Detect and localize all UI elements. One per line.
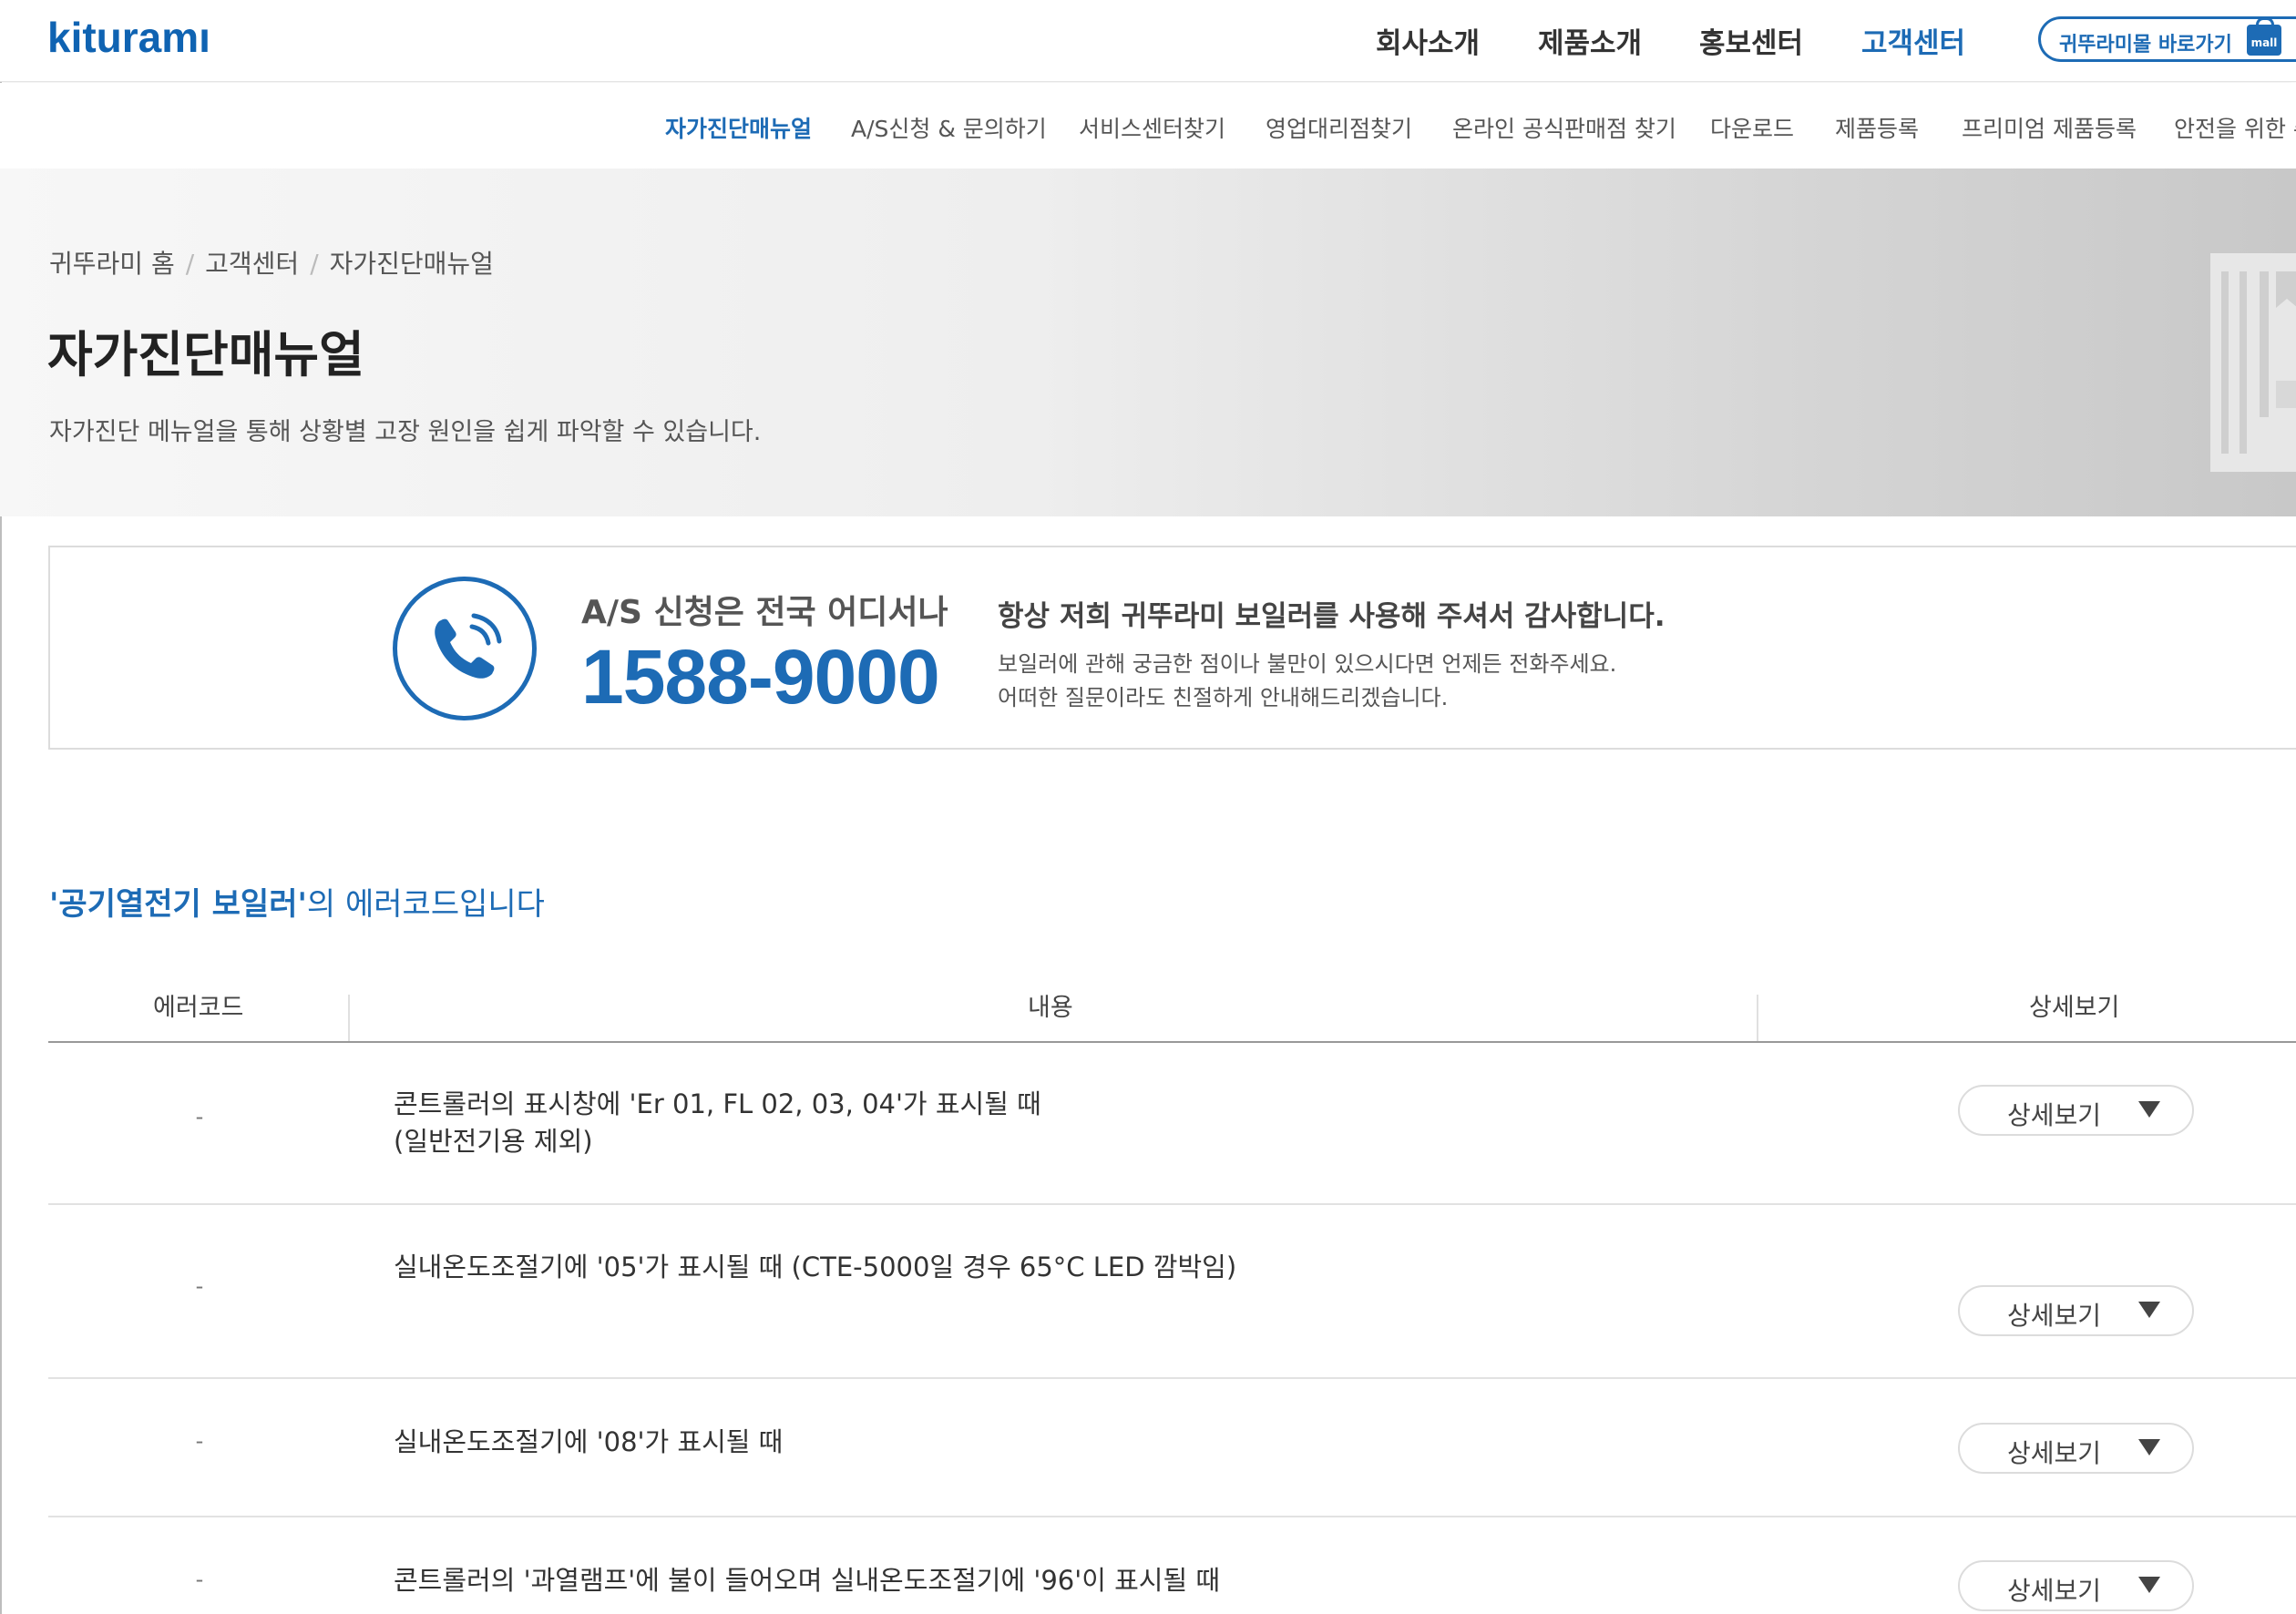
row-error-code: - — [195, 1273, 204, 1299]
column-divider — [348, 995, 350, 1042]
column-header-detail: 상세보기 — [2029, 994, 2120, 1022]
call-description-line-1: 보일러에 관해 궁금한 점이나 불만이 있으시다면 언제든 전화주세요. — [998, 651, 1617, 677]
row-divider — [48, 1203, 2296, 1205]
breadcrumb-separator: / — [185, 249, 195, 279]
mall-bag-icon: mall — [2247, 17, 2281, 56]
mall-shortcut-button[interactable]: 귀뚜라미몰 바로가기 mall — [2038, 16, 2296, 62]
nav-pr-center[interactable]: 홍보센터 — [1699, 20, 1803, 61]
subnav-self-diagnosis[interactable]: 자가진단매뉴얼 — [665, 111, 812, 144]
chevron-down-icon — [2138, 1101, 2160, 1118]
column-header-error-code: 에러코드 — [153, 994, 244, 1022]
subnav-download[interactable]: 다운로드 — [1710, 111, 1794, 144]
top-header: kituramı 회사소개 제품소개 홍보센터 고객센터 귀뚜라미몰 바로가기 … — [0, 0, 2296, 82]
nav-customer-center[interactable]: 고객센터 — [1861, 20, 1965, 61]
kiturami-logo[interactable]: kituramı — [47, 13, 210, 62]
column-header-content: 내용 — [1028, 994, 1073, 1022]
call-subtitle: A/S 신청은 전국 어디서나 — [581, 594, 948, 631]
row-content: 콘트롤러의 표시창에 'Er 01, FL 02, 03, 04'가 표시될 때 — [394, 1088, 1041, 1119]
detail-toggle-button[interactable]: 상세보기 — [1958, 1085, 2194, 1136]
call-number[interactable]: 1588-9000 — [581, 633, 940, 721]
row-error-code: - — [195, 1428, 204, 1454]
page-description: 자가진단 메뉴얼을 통해 상황별 고장 원인을 쉽게 파악할 수 있습니다. — [49, 418, 762, 446]
detail-toggle-button[interactable]: 상세보기 — [1958, 1423, 2194, 1474]
chevron-down-icon — [2138, 1577, 2160, 1593]
breadcrumb-current: 자가진단매뉴얼 — [329, 249, 494, 279]
detail-button-label: 상세보기 — [2007, 1301, 2102, 1331]
detail-toggle-button[interactable]: 상세보기 — [1958, 1560, 2194, 1611]
breadcrumb: 귀뚜라미 홈 / 고객센터 / 자가진단매뉴얼 — [49, 244, 494, 281]
call-heading: 항상 저희 귀뚜라미 보일러를 사용해 주셔서 감사합니다. — [998, 600, 1666, 633]
phone-icon — [393, 577, 537, 720]
chevron-down-icon — [2138, 1439, 2160, 1456]
detail-button-label: 상세보기 — [2007, 1438, 2102, 1468]
table-header-border — [48, 1041, 2296, 1043]
row-content: 실내온도조절기에 '08'가 표시될 때 — [394, 1426, 784, 1457]
row-divider — [48, 1516, 2296, 1517]
nav-products[interactable]: 제품소개 — [1538, 20, 1642, 61]
breadcrumb-customer-center[interactable]: 고객센터 — [205, 249, 299, 279]
subnav-premium-register[interactable]: 프리미엄 제품등록 — [1962, 111, 2137, 144]
chevron-down-icon — [2138, 1302, 2160, 1318]
section-title-rest: 의 에러코드입니다 — [306, 886, 545, 923]
subnav-safety[interactable]: 안전을 위한 주 — [2174, 111, 2296, 144]
row-content: 콘트롤러의 '과열램프'에 불이 들어오며 실내온도조절기에 '96'이 표시될… — [394, 1565, 1221, 1596]
subnav-online-store[interactable]: 온라인 공식판매점 찾기 — [1452, 111, 1676, 144]
hero-decoration-graphic — [2210, 253, 2296, 472]
breadcrumb-home[interactable]: 귀뚜라미 홈 — [49, 249, 175, 279]
subnav-service-center[interactable]: 서비스센터찾기 — [1079, 111, 1225, 144]
row-error-code: - — [195, 1567, 204, 1592]
detail-button-label: 상세보기 — [2007, 1100, 2102, 1130]
breadcrumb-separator: / — [310, 249, 319, 279]
column-divider — [1757, 995, 1758, 1042]
call-description-line-2: 어떠한 질문이라도 친절하게 안내해드리겠습니다. — [998, 685, 1449, 710]
row-divider — [48, 1377, 2296, 1379]
row-content: 실내온도조절기에 '05'가 표시될 때 (CTE-5000일 경우 65°C … — [394, 1251, 1237, 1282]
product-name-highlight: '공기열전기 보일러' — [49, 886, 307, 923]
page-title: 자가진단매뉴얼 — [47, 326, 364, 383]
detail-toggle-button[interactable]: 상세보기 — [1958, 1285, 2194, 1336]
subnav-product-register[interactable]: 제품등록 — [1835, 111, 1919, 144]
nav-company[interactable]: 회사소개 — [1376, 20, 1480, 61]
detail-button-label: 상세보기 — [2007, 1576, 2102, 1606]
row-error-code: - — [195, 1104, 204, 1129]
row-content-line-2: (일반전기용 제외) — [394, 1126, 593, 1157]
error-code-section-title: '공기열전기 보일러'의 에러코드입니다 — [49, 879, 545, 924]
subnav-sales-agency[interactable]: 영업대리점찾기 — [1266, 111, 1412, 144]
subnav-as-request[interactable]: A/S신청 & 문의하기 — [851, 111, 1047, 144]
mall-shortcut-label: 귀뚜라미몰 바로가기 — [2059, 34, 2232, 56]
